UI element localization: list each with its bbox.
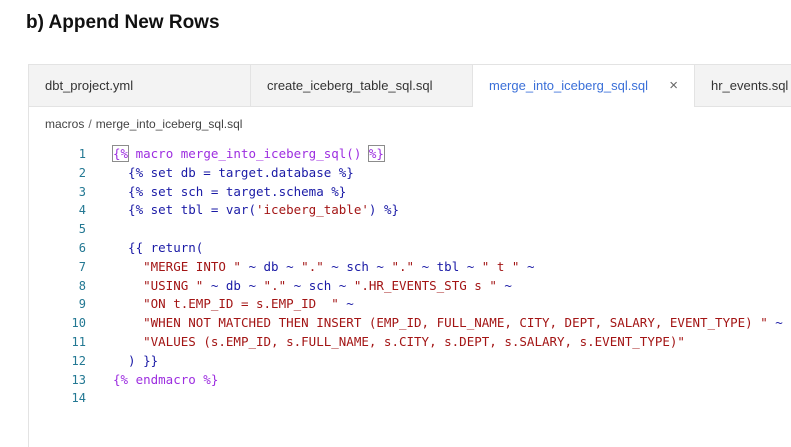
code-line[interactable]: 1 {% macro merge_into_iceberg_sql() %} xyxy=(29,145,791,164)
code-line[interactable]: 5 xyxy=(29,220,791,239)
code-token: ".HR_EVENTS_STG s " xyxy=(353,277,497,293)
code-text: "VALUES (s.EMP_ID, s.FULL_NAME, s.CITY, … xyxy=(113,333,685,352)
tab-label: dbt_project.yml xyxy=(45,78,134,93)
tab-label: hr_events.sql xyxy=(711,78,789,93)
code-token: ~ xyxy=(496,277,512,293)
breadcrumb-separator: / xyxy=(88,117,92,131)
code-token: "VALUES (s.EMP_ID, s.FULL_NAME, s.CITY, … xyxy=(143,334,685,349)
code-line[interactable]: 14 xyxy=(29,389,791,408)
code-line[interactable]: 7 "MERGE INTO " ~ db ~ "." ~ sch ~ "." ~… xyxy=(29,258,791,277)
code-line[interactable]: 13 {% endmacro %} xyxy=(29,371,791,390)
code-text: "WHEN NOT MATCHED THEN INSERT (EMP_ID, F… xyxy=(113,314,783,333)
code-token: {% set tbl = var( xyxy=(113,202,256,218)
tab-label: merge_into_iceberg_sql.sql xyxy=(489,78,648,93)
code-token: {% xyxy=(111,145,130,162)
code-token: 'iceberg_table' xyxy=(256,202,369,218)
tab-merge-into-iceberg-sql[interactable]: merge_into_iceberg_sql.sql × xyxy=(473,65,695,107)
code-token: "WHEN NOT MATCHED THEN INSERT (EMP_ID, F… xyxy=(143,315,768,331)
code-line[interactable]: 11 "VALUES (s.EMP_ID, s.FULL_NAME, s.CIT… xyxy=(29,333,791,352)
code-token: "MERGE INTO " xyxy=(143,258,241,274)
line-number: 3 xyxy=(78,184,86,199)
line-number: 10 xyxy=(71,316,86,331)
breadcrumb-folder[interactable]: macros xyxy=(45,117,84,131)
code-token: %} xyxy=(367,145,385,162)
line-number: 14 xyxy=(71,391,86,406)
tab-dbt-project-yml[interactable]: dbt_project.yml xyxy=(29,65,251,106)
code-token: ~ db ~ xyxy=(240,258,302,274)
section-heading: b) Append New Rows xyxy=(26,12,220,33)
code-token: "." xyxy=(263,277,287,293)
breadcrumb: macros / merge_into_iceberg_sql.sql xyxy=(45,117,242,131)
code-token: " t " xyxy=(481,258,520,274)
code-text: {% set sch = target.schema %} xyxy=(113,183,346,202)
code-token: "." xyxy=(391,258,415,274)
line-number: 9 xyxy=(78,297,86,312)
code-text: "USING " ~ db ~ "." ~ sch ~ ".HR_EVENTS_… xyxy=(113,277,512,296)
editor-tab-bar: dbt_project.yml create_iceberg_table_sql… xyxy=(29,65,791,107)
breadcrumb-file[interactable]: merge_into_iceberg_sql.sql xyxy=(96,117,243,131)
code-text: {% endmacro %} xyxy=(113,371,218,390)
code-token: macro merge_into_iceberg_sql() xyxy=(128,146,369,161)
code-text: "ON t.EMP_ID = s.EMP_ID " ~ xyxy=(113,295,354,314)
code-text: {% set tbl = var('iceberg_table') %} xyxy=(113,201,399,220)
line-number: 7 xyxy=(78,259,86,274)
code-line[interactable]: 9 "ON t.EMP_ID = s.EMP_ID " ~ xyxy=(29,295,791,314)
line-number: 11 xyxy=(71,335,86,349)
code-token: ~ sch ~ xyxy=(286,277,354,293)
code-line[interactable]: 6 {{ return( xyxy=(29,239,791,258)
code-token: {% set db = target.database %} xyxy=(113,164,354,180)
line-number: 1 xyxy=(78,147,86,161)
code-text: "MERGE INTO " ~ db ~ "." ~ sch ~ "." ~ t… xyxy=(113,258,535,277)
line-number: 8 xyxy=(78,278,86,293)
code-token: ~ sch ~ xyxy=(323,258,392,274)
code-token: ~ tbl ~ xyxy=(414,258,482,274)
line-number: 13 xyxy=(71,372,86,387)
code-token: {% endmacro %} xyxy=(113,371,219,387)
code-token: "ON t.EMP_ID = s.EMP_ID " xyxy=(143,296,339,312)
code-text: ) }} xyxy=(113,352,158,371)
code-line[interactable]: 10 "WHEN NOT MATCHED THEN INSERT (EMP_ID… xyxy=(29,314,791,333)
tab-hr-events-sql[interactable]: hr_events.sql xyxy=(695,65,791,106)
tab-label: create_iceberg_table_sql.sql xyxy=(267,78,433,93)
tab-create-iceberg-table-sql[interactable]: create_iceberg_table_sql.sql xyxy=(251,65,473,106)
code-token: {{ return( xyxy=(113,240,204,255)
code-token: "USING " xyxy=(143,277,204,293)
code-token: ~ xyxy=(519,258,535,274)
line-number: 2 xyxy=(78,165,86,180)
code-editor: dbt_project.yml create_iceberg_table_sql… xyxy=(28,64,791,447)
line-number: 12 xyxy=(71,353,86,368)
code-token: ~ xyxy=(338,296,354,312)
code-line[interactable]: 12 ) }} xyxy=(29,352,791,371)
code-line[interactable]: 8 "USING " ~ db ~ "." ~ sch ~ ".HR_EVENT… xyxy=(29,277,791,296)
code-line[interactable]: 3 {% set sch = target.schema %} xyxy=(29,183,791,202)
code-text: {% set db = target.database %} xyxy=(113,164,354,183)
line-number: 5 xyxy=(78,222,86,237)
code-token: ~ db ~ xyxy=(203,277,264,293)
code-line[interactable]: 4 {% set tbl = var('iceberg_table') %} xyxy=(29,201,791,220)
code-token: ) }} xyxy=(113,352,159,368)
line-number: 6 xyxy=(78,241,86,255)
code-line[interactable]: 2 {% set db = target.database %} xyxy=(29,164,791,183)
code-token: "." xyxy=(301,258,324,274)
code-token: ) %} xyxy=(368,202,399,218)
code-text: {% macro merge_into_iceberg_sql() %} xyxy=(111,145,385,164)
line-number: 4 xyxy=(78,203,86,218)
close-icon[interactable]: × xyxy=(669,65,678,106)
code-text: {{ return( xyxy=(113,239,203,258)
code-token: ~ xyxy=(767,315,783,331)
code-token: {% set sch = target.schema %} xyxy=(113,183,347,199)
